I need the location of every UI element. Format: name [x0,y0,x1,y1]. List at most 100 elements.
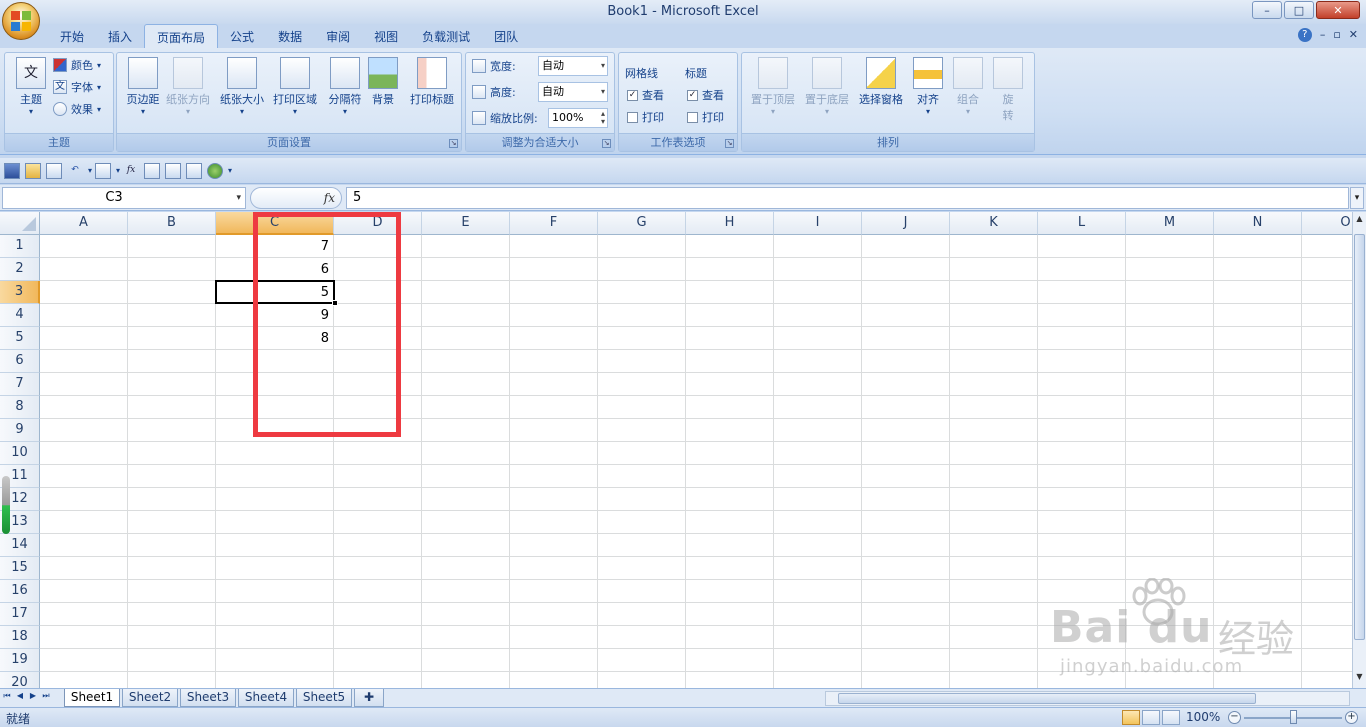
column-header-j[interactable]: J [862,212,950,235]
sheet-tab-1[interactable]: Sheet1 [64,689,120,707]
normal-view-icon[interactable] [1122,710,1140,725]
globe-icon[interactable] [207,162,224,179]
row-header-2[interactable]: 2 [0,258,40,281]
office-button[interactable] [2,2,40,40]
themes-button[interactable]: 文 主题 ▾ [7,55,55,129]
chevron-down-icon[interactable]: ▾ [88,166,92,175]
last-sheet-icon[interactable]: ⏭ [41,691,51,701]
customize-qat-icon[interactable]: ▾ [228,166,232,175]
row-header-10[interactable]: 10 [0,442,40,465]
zoom-level[interactable]: 100% [1186,710,1220,724]
chevron-down-icon[interactable]: ▾ [116,166,120,175]
scale-launcher-icon[interactable]: ↘ [602,139,611,148]
ribbon-restore-icon[interactable]: ▫ [1333,28,1340,42]
column-header-m[interactable]: M [1126,212,1214,235]
tab-team[interactable]: 团队 [482,24,530,48]
formula-input[interactable]: 5 [346,187,1349,209]
tab-view[interactable]: 视图 [362,24,410,48]
fonts-button[interactable]: 文 字体 ▾ [53,77,101,97]
row-header-8[interactable]: 8 [0,396,40,419]
row-header-19[interactable]: 19 [0,649,40,672]
height-select[interactable]: 自动 ▾ [538,82,608,102]
column-header-h[interactable]: H [686,212,774,235]
horizontal-scrollbar[interactable] [825,691,1350,706]
format-painter-icon[interactable] [95,162,112,179]
ribbon-close-icon[interactable]: ✕ [1349,28,1358,42]
row-header-16[interactable]: 16 [0,580,40,603]
row-header-7[interactable]: 7 [0,373,40,396]
row-header-14[interactable]: 14 [0,534,40,557]
column-header-a[interactable]: A [40,212,128,235]
list-icon[interactable] [165,162,182,179]
insert-function-icon[interactable]: fx [123,163,139,179]
orientation-button[interactable]: 纸张方向 ▾ [163,55,213,129]
page-setup-launcher-icon[interactable]: ↘ [449,139,458,148]
zoom-knob[interactable] [1290,710,1297,724]
tab-insert[interactable]: 插入 [96,24,144,48]
column-header-b[interactable]: B [128,212,216,235]
scale-spinner[interactable]: 100% ▴ ▾ [548,108,608,128]
column-header-i[interactable]: I [774,212,862,235]
scroll-up-icon[interactable]: ▲ [1354,214,1365,228]
vertical-scroll-thumb[interactable] [1354,234,1365,640]
row-header-1[interactable]: 1 [0,235,40,258]
column-header-g[interactable]: G [598,212,686,235]
row-header-4[interactable]: 4 [0,304,40,327]
maximize-button[interactable]: □ [1284,1,1314,19]
gridlines-print-checkbox[interactable]: 打印 [627,107,664,127]
gridlines-view-checkbox[interactable]: ✓ 查看 [627,85,664,105]
tab-load-test[interactable]: 负载测试 [410,24,482,48]
prev-sheet-icon[interactable]: ◀ [15,691,25,701]
send-to-back-button[interactable]: 置于底层 ▾ [800,55,854,129]
row-header-3[interactable]: 3 [0,281,40,304]
page-break-view-icon[interactable] [1162,710,1180,725]
page-layout-view-icon[interactable] [1142,710,1160,725]
expand-formula-bar-icon[interactable]: ▾ [1350,187,1364,209]
sheet-tab-4[interactable]: Sheet4 [238,689,294,707]
selection-pane-button[interactable]: 选择窗格 [854,55,908,129]
size-button[interactable]: 纸张大小 ▾ [217,55,267,129]
effects-button[interactable]: 效果 ▾ [53,99,101,119]
row-header-5[interactable]: 5 [0,327,40,350]
tab-formulas[interactable]: 公式 [218,24,266,48]
close-button[interactable]: ✕ [1316,1,1360,19]
tab-review[interactable]: 审阅 [314,24,362,48]
print-area-button[interactable]: 打印区域 ▾ [269,55,321,129]
column-header-l[interactable]: L [1038,212,1126,235]
print-preview-icon[interactable] [46,162,62,179]
sheet-tab-2[interactable]: Sheet2 [122,689,178,707]
row-header-17[interactable]: 17 [0,603,40,626]
colors-button[interactable]: 颜色 ▾ [53,55,101,75]
save-icon[interactable] [4,162,20,179]
width-select[interactable]: 自动 ▾ [538,56,608,76]
sheet-tab-3[interactable]: Sheet3 [180,689,236,707]
insert-sheet-icon[interactable]: ✚ [354,689,384,707]
name-box[interactable]: C3 ▾ [2,187,246,209]
zoom-slider[interactable]: − + [1228,710,1358,724]
margins-button[interactable]: 页边距 ▾ [119,55,167,129]
column-header-k[interactable]: K [950,212,1038,235]
select-all-button[interactable] [0,212,40,235]
scroll-down-icon[interactable]: ▼ [1354,672,1365,686]
table-icon[interactable] [144,162,161,179]
tab-home[interactable]: 开始 [48,24,96,48]
sheet-options-launcher-icon[interactable]: ↘ [725,139,734,148]
row-header-15[interactable]: 15 [0,557,40,580]
headings-view-checkbox[interactable]: ✓ 查看 [687,85,724,105]
tab-data[interactable]: 数据 [266,24,314,48]
horizontal-scroll-thumb[interactable] [838,693,1256,704]
zoom-out-icon[interactable]: − [1228,711,1241,724]
bring-to-front-button[interactable]: 置于顶层 ▾ [746,55,800,129]
column-header-e[interactable]: E [422,212,510,235]
tab-page-layout[interactable]: 页面布局 [144,24,219,48]
column-header-f[interactable]: F [510,212,598,235]
help-icon[interactable]: ? [1297,28,1312,42]
background-button[interactable]: 背景 [361,55,405,129]
first-sheet-icon[interactable]: ⏮ [2,691,12,701]
print-titles-button[interactable]: 打印标题 [405,55,459,129]
undo-icon[interactable]: ↶ [67,163,83,179]
minimize-button[interactable]: – [1252,1,1282,19]
rotate-button[interactable]: 旋转 [990,55,1026,129]
row-header-18[interactable]: 18 [0,626,40,649]
next-sheet-icon[interactable]: ▶ [28,691,38,701]
